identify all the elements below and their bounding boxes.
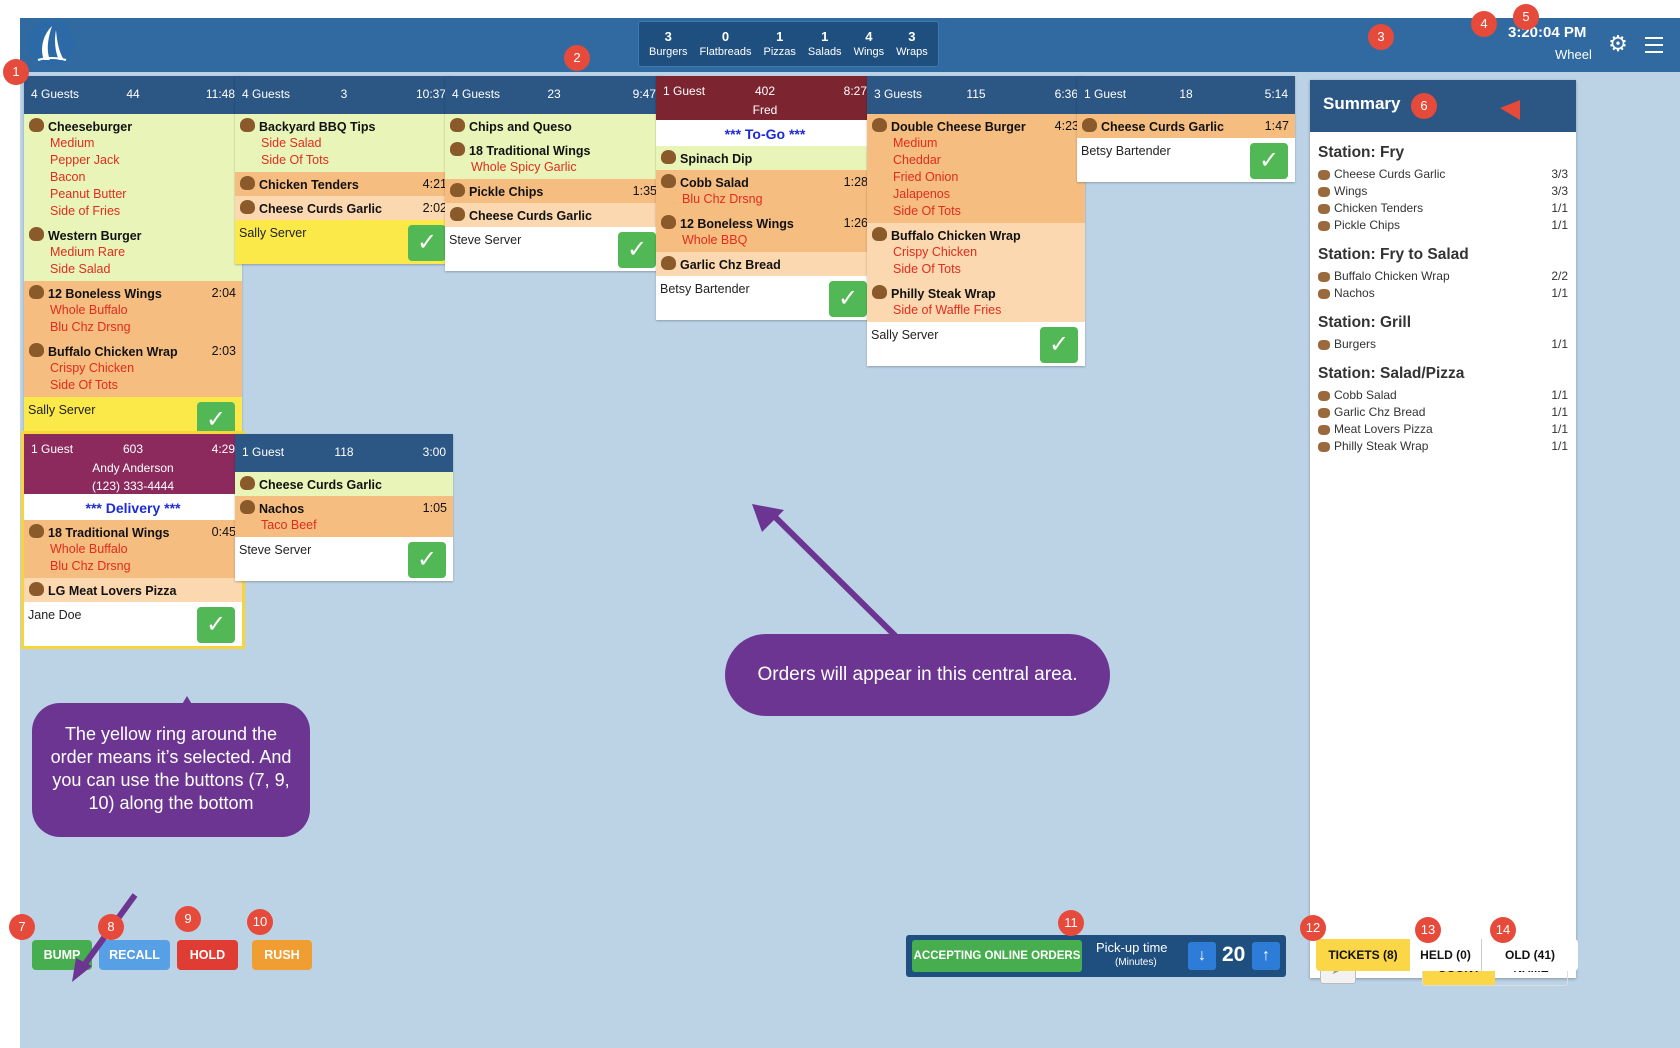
- number-badge: 2: [564, 45, 590, 71]
- number-badge: 1: [3, 59, 29, 85]
- number-badge: 13: [1415, 917, 1441, 943]
- annotation-arrows: [72, 100, 1520, 982]
- number-badge: 9: [175, 906, 201, 932]
- number-badge: 8: [98, 914, 124, 940]
- number-badge: 12: [1300, 915, 1326, 941]
- number-badge: 11: [1058, 910, 1084, 936]
- number-badge: 6: [1411, 93, 1437, 119]
- callout-central-area: Orders will appear in this central area.: [725, 634, 1110, 716]
- pointer-summary: [1500, 100, 1520, 120]
- number-badge: 4: [1471, 11, 1497, 37]
- number-badge: 14: [1490, 917, 1516, 943]
- callout-selected-ticket: The yellow ring around the order means i…: [32, 703, 310, 837]
- number-badge: 3: [1368, 24, 1394, 50]
- number-badge: 5: [1513, 4, 1539, 30]
- number-badge: 10: [247, 909, 273, 935]
- number-badge: 7: [9, 914, 35, 940]
